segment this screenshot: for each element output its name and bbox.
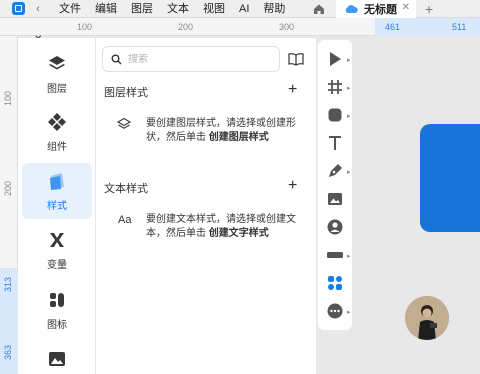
text-tool-icon[interactable] bbox=[326, 134, 344, 152]
canvas-rectangle-shape[interactable] bbox=[420, 124, 480, 232]
frame-grid-icon[interactable] bbox=[326, 78, 344, 96]
menu-text[interactable]: 文本 bbox=[160, 0, 196, 18]
styles-icon bbox=[50, 173, 64, 190]
main-menu: 文件 编辑 图层 文本 视图 AI 帮助 bbox=[52, 0, 292, 18]
search-icon bbox=[111, 54, 122, 64]
tools-toolbar: ▸ ▸ ▸ ▸ ▸ ▸ bbox=[318, 40, 352, 330]
variables-icon bbox=[50, 233, 64, 247]
nav-item-components[interactable]: 组件 bbox=[22, 104, 92, 160]
nav-label: 变量 bbox=[47, 260, 67, 271]
shape-icon[interactable] bbox=[326, 106, 344, 124]
create-text-style-link[interactable]: 创建文字样式 bbox=[209, 228, 269, 239]
pen-icon[interactable] bbox=[326, 162, 344, 180]
layer-styles-hint: 要创建图层样式，请选择或创建形状，然后单击 创建图层样式 bbox=[146, 117, 296, 145]
ruler-tick: 100 bbox=[3, 90, 13, 106]
images-icon bbox=[49, 352, 65, 366]
library-book-icon[interactable] bbox=[288, 52, 304, 66]
cloud-icon bbox=[345, 5, 358, 13]
home-icon[interactable] bbox=[312, 2, 326, 16]
text-styles-hint: 要创建文本样式，请选择或创建文本，然后单击 创建文字样式 bbox=[146, 213, 296, 241]
person-photo-icon bbox=[405, 296, 449, 340]
chevron-right-icon[interactable]: ▸ bbox=[347, 168, 351, 176]
layers-outline-icon bbox=[116, 117, 132, 129]
chevron-right-icon[interactable]: ▸ bbox=[347, 56, 351, 64]
more-icon[interactable] bbox=[326, 302, 344, 320]
menu-file[interactable]: 文件 bbox=[52, 0, 88, 18]
user-avatar[interactable] bbox=[405, 296, 449, 340]
search-box[interactable] bbox=[102, 46, 280, 72]
nav-item-variables[interactable]: 变量 bbox=[22, 222, 92, 278]
add-layer-style-button[interactable]: + bbox=[288, 82, 297, 98]
nav-label: 图标 bbox=[47, 320, 67, 331]
app-logo-icon[interactable] bbox=[12, 2, 25, 15]
ruler-tick: 200 bbox=[3, 180, 13, 196]
plugin-icon[interactable] bbox=[326, 274, 344, 292]
text-styles-title: 文本样式 bbox=[104, 183, 148, 195]
nav-label: 图层 bbox=[47, 84, 67, 95]
tab-close-icon[interactable]: ✕ bbox=[402, 2, 410, 13]
chevron-right-icon[interactable]: ▸ bbox=[347, 112, 351, 120]
nav-item-images[interactable] bbox=[22, 340, 92, 374]
create-layer-style-link[interactable]: 创建图层样式 bbox=[209, 132, 269, 143]
ruler-tick: 300 bbox=[279, 22, 295, 32]
image-icon[interactable] bbox=[326, 190, 344, 208]
back-arrow-icon[interactable]: ‹ bbox=[32, 3, 44, 15]
ruler-tick: 363 bbox=[3, 344, 13, 360]
new-tab-button[interactable]: + bbox=[425, 0, 433, 18]
chevron-right-icon[interactable]: ▸ bbox=[347, 84, 351, 92]
title-bar: ‹ 文件 编辑 图层 文本 视图 AI 帮助 无标题 ✕ + bbox=[0, 0, 480, 18]
ruler-tick: 461 bbox=[385, 22, 401, 32]
ruler-tick: 511 bbox=[452, 22, 467, 32]
styles-panel: 图层样式 + 要创建图层样式，请选择或创建形状，然后单击 创建图层样式 文本样式… bbox=[96, 38, 316, 374]
text-style-icon: Aa bbox=[118, 214, 132, 226]
menu-view[interactable]: 视图 bbox=[196, 0, 232, 18]
chevron-right-icon[interactable]: ▸ bbox=[347, 308, 351, 316]
nav-item-layers[interactable]: 图层 bbox=[22, 46, 92, 102]
layers-icon bbox=[49, 56, 65, 70]
ruler-tick: 200 bbox=[178, 22, 194, 32]
nav-label: 样式 bbox=[47, 201, 67, 212]
nav-label: 组件 bbox=[47, 142, 67, 153]
add-text-style-button[interactable]: + bbox=[288, 178, 297, 194]
components-icon bbox=[48, 113, 66, 131]
left-nav: 图层 组件 样式 变量 图标 bbox=[18, 38, 96, 374]
menu-help[interactable]: 帮助 bbox=[256, 0, 292, 18]
menu-edit[interactable]: 编辑 bbox=[88, 0, 124, 18]
layer-styles-title: 图层样式 bbox=[104, 87, 148, 99]
divider-tool-icon[interactable] bbox=[326, 246, 344, 264]
menu-layer[interactable]: 图层 bbox=[124, 0, 160, 18]
document-tab[interactable]: 无标题 ✕ bbox=[336, 0, 416, 18]
select-arrow-icon[interactable] bbox=[326, 50, 344, 68]
icons-icon bbox=[50, 293, 64, 307]
chevron-right-icon[interactable]: ▸ bbox=[347, 252, 351, 260]
nav-item-styles[interactable]: 样式 bbox=[22, 163, 92, 219]
nav-item-icons[interactable]: 图标 bbox=[22, 282, 92, 338]
user-avatar-tool-icon[interactable] bbox=[326, 218, 344, 236]
search-input[interactable] bbox=[128, 53, 268, 65]
tab-title: 无标题 bbox=[364, 4, 397, 16]
ruler-tick: 100 bbox=[77, 22, 93, 32]
ruler-tick: 313 bbox=[3, 276, 13, 292]
menu-ai[interactable]: AI bbox=[232, 0, 256, 18]
